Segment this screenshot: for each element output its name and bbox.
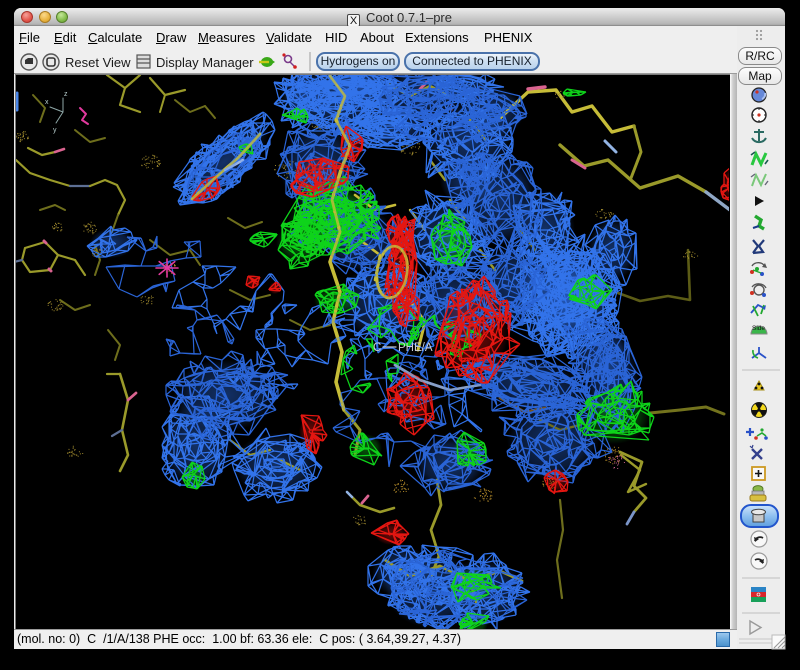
svg-text:Side: Side bbox=[752, 325, 765, 332]
